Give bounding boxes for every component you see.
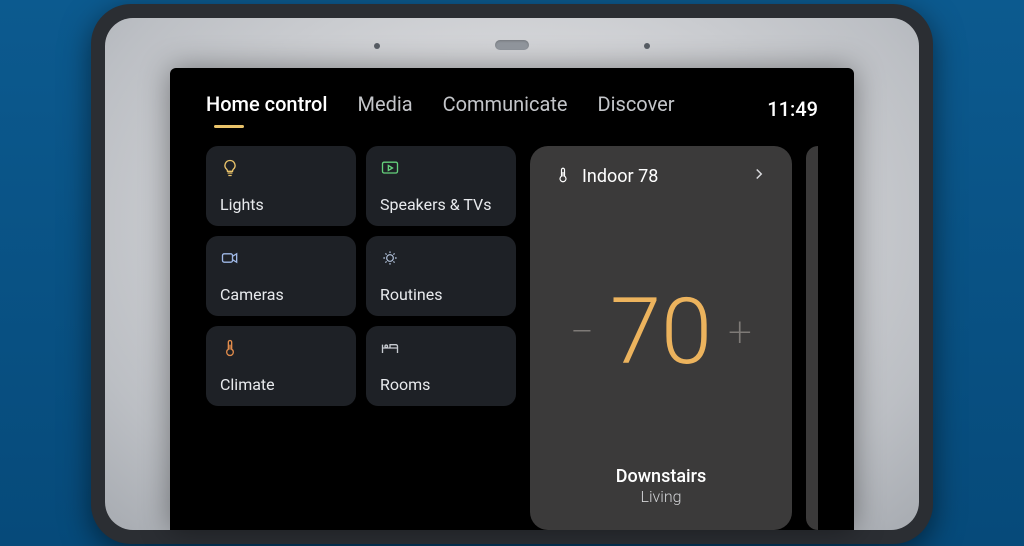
- content-area: Lights Speakers & TVs: [206, 146, 818, 530]
- thermometer-icon: [554, 166, 572, 188]
- tile-label: Climate: [220, 375, 342, 394]
- chevron-right-icon: [750, 164, 768, 189]
- camera-icon: [220, 248, 240, 268]
- camera-pill: [495, 40, 529, 50]
- thermostat-footer: Downstairs Living: [554, 466, 768, 512]
- lightbulb-icon: [220, 158, 240, 178]
- thermostat-zone: Downstairs: [554, 466, 768, 487]
- tile-label: Speakers & TVs: [380, 195, 502, 214]
- tile-routines[interactable]: Routines: [366, 236, 516, 316]
- ambient-sensor-right: [644, 43, 650, 49]
- tile-label: Lights: [220, 195, 342, 214]
- thermometer-icon: [220, 338, 240, 358]
- clock: 11:49: [767, 97, 818, 121]
- next-card-edge[interactable]: [806, 146, 818, 530]
- tab-communicate[interactable]: Communicate: [443, 92, 568, 126]
- top-bar: Home control Media Communicate Discover …: [206, 92, 818, 126]
- tab-media[interactable]: Media: [358, 92, 413, 126]
- ambient-sensor-left: [374, 43, 380, 49]
- temp-up-button[interactable]: +: [718, 308, 762, 357]
- tile-lights[interactable]: Lights: [206, 146, 356, 226]
- tile-grid: Lights Speakers & TVs: [206, 146, 516, 530]
- device-bezel: Home control Media Communicate Discover …: [105, 18, 919, 530]
- device-frame: Home control Media Communicate Discover …: [91, 4, 933, 544]
- thermostat-room: Living: [554, 487, 768, 506]
- tab-home-control[interactable]: Home control: [206, 92, 328, 126]
- tile-label: Routines: [380, 285, 502, 304]
- thermostat-header: Indoor 78: [554, 164, 768, 189]
- thermostat-setpoint: 70: [610, 287, 712, 379]
- bed-icon: [380, 338, 400, 358]
- tab-discover[interactable]: Discover: [598, 92, 675, 126]
- tile-speakers-tvs[interactable]: Speakers & TVs: [366, 146, 516, 226]
- tile-climate[interactable]: Climate: [206, 326, 356, 406]
- indoor-temp-label: Indoor 78: [582, 166, 740, 187]
- thermostat-card[interactable]: Indoor 78 − 70 + Downstairs Living: [530, 146, 792, 530]
- routines-icon: [380, 248, 400, 268]
- thermostat-body: − 70 +: [554, 199, 768, 466]
- tile-label: Cameras: [220, 285, 342, 304]
- tv-play-icon: [380, 158, 400, 178]
- tile-cameras[interactable]: Cameras: [206, 236, 356, 316]
- display-screen: Home control Media Communicate Discover …: [170, 68, 854, 530]
- tab-strip: Home control Media Communicate Discover: [206, 92, 737, 126]
- temp-down-button[interactable]: −: [560, 308, 604, 357]
- tile-rooms[interactable]: Rooms: [366, 326, 516, 406]
- tile-label: Rooms: [380, 375, 502, 394]
